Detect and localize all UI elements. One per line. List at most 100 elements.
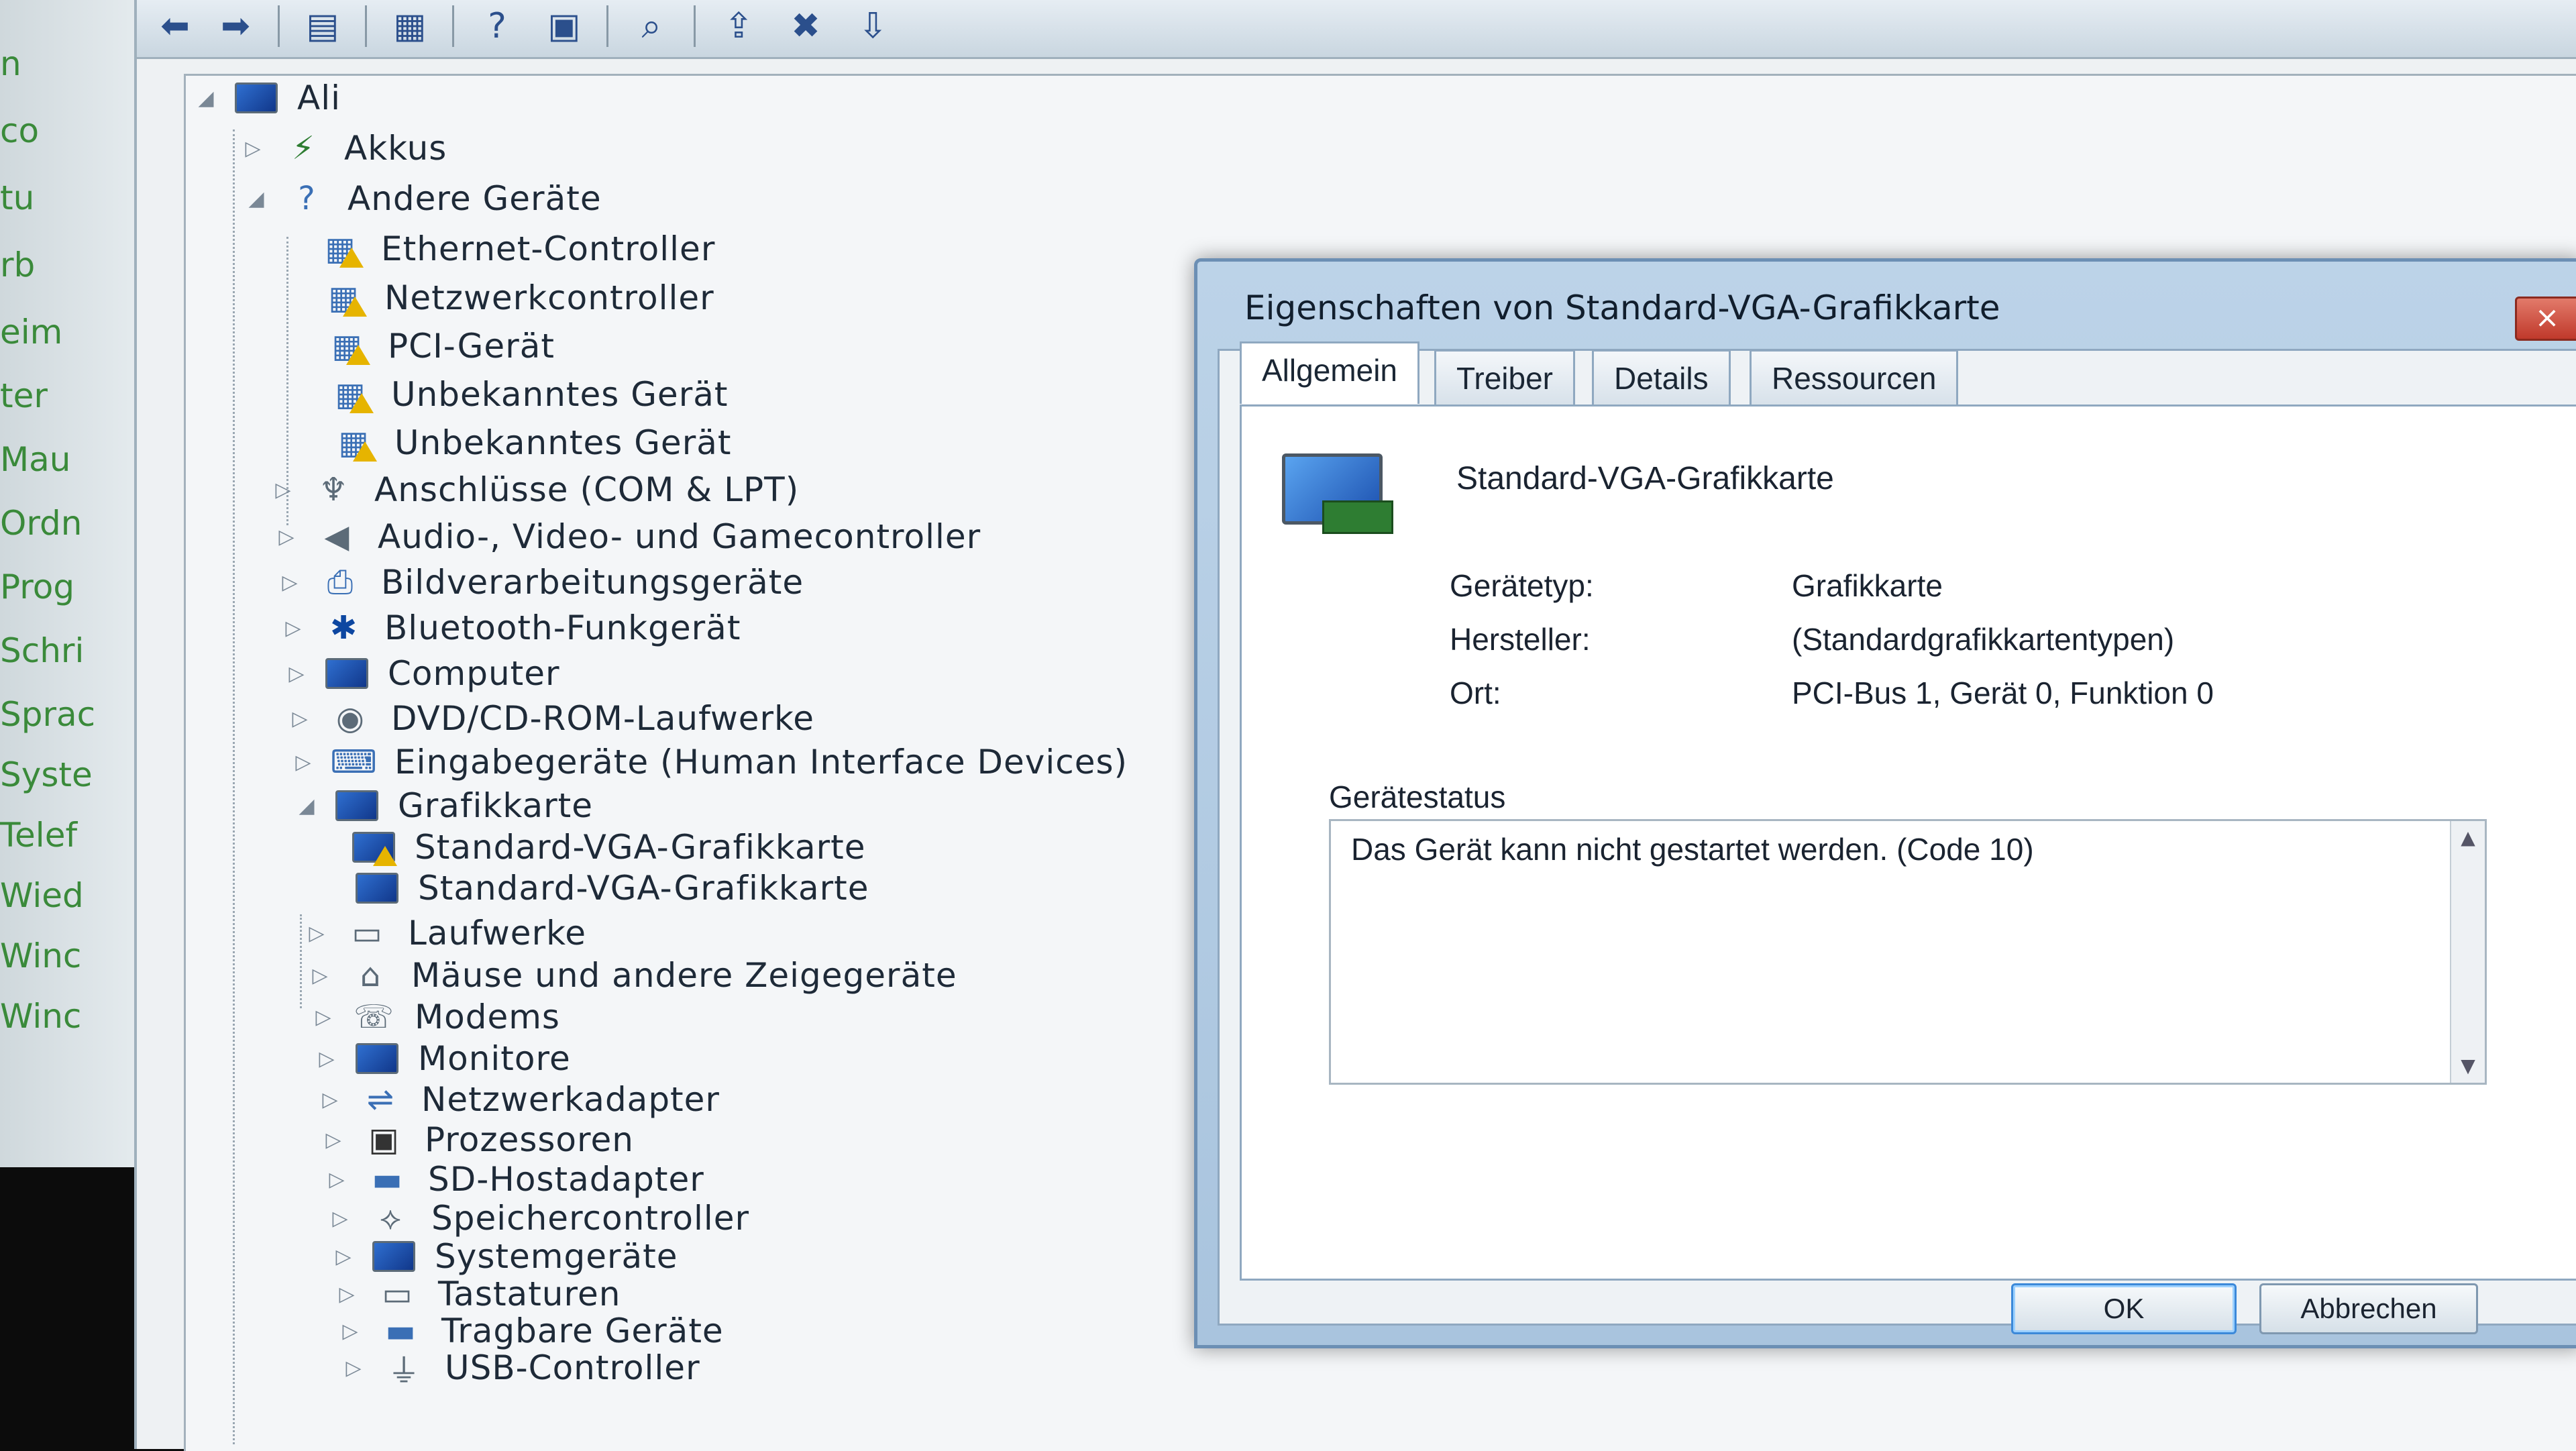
expand-arrow-icon[interactable]: ▷ [273, 525, 300, 549]
help-icon[interactable]: ? [472, 4, 522, 48]
modem-icon: ☏ [353, 998, 394, 1036]
tree-node-unbekanntes-geraet[interactable]: ▦ Unbekanntes Gerät [330, 421, 732, 465]
background-item: Winc [0, 936, 82, 975]
expand-arrow-icon[interactable]: ▷ [320, 1128, 347, 1152]
scroll-down-icon[interactable]: ▼ [2451, 1049, 2485, 1083]
background-item: Telef [0, 816, 78, 855]
expand-arrow-icon[interactable]: ▷ [323, 1168, 350, 1191]
tree-node-akkus[interactable]: ▷ ⚡ Akkus [239, 126, 447, 170]
expand-arrow-icon[interactable]: ▷ [333, 1283, 360, 1306]
tab-details[interactable]: Details [1592, 350, 1731, 405]
expand-arrow-icon[interactable]: ▷ [317, 1088, 343, 1112]
tree-node-dvd[interactable]: ▷ ◉ DVD/CD-ROM-Laufwerke [286, 696, 814, 741]
tree-node-label: Tastaturen [438, 1275, 621, 1313]
location-value: PCI-Bus 1, Gerät 0, Funktion 0 [1792, 676, 2214, 710]
tree-node-usb-controller[interactable]: ▷ ⏚ USB-Controller [340, 1346, 700, 1390]
action-pane-icon[interactable]: ▣ [539, 4, 589, 48]
device-status-textbox[interactable]: Das Gerät kann nicht gestartet werden. (… [1329, 819, 2487, 1085]
battery-icon: ⚡ [292, 129, 315, 167]
storage-controller-icon: ⟡ [380, 1199, 401, 1237]
scroll-up-icon[interactable]: ▲ [2451, 821, 2485, 855]
expand-arrow-icon[interactable]: ▷ [303, 922, 330, 945]
tree-node-label: Bildverarbeitungsgeräte [381, 563, 804, 602]
expand-arrow-icon[interactable]: ▷ [280, 616, 307, 640]
collapse-arrow-icon[interactable]: ◢ [243, 187, 270, 211]
tree-root[interactable]: ◢ Ali [193, 76, 341, 120]
forward-arrow-icon[interactable]: ➡ [211, 4, 260, 48]
tree-node-label: Laufwerke [408, 914, 587, 953]
mouse-icon: ⌂ [360, 957, 381, 994]
back-arrow-icon[interactable]: ⬅ [150, 4, 200, 48]
tree-node-eingabegeraete[interactable]: ▷ ⌨ Eingabegeräte (Human Interface Devic… [290, 740, 1128, 784]
tree-node-audio[interactable]: ▷ ◀ Audio-, Video- und Gamecontroller [273, 515, 981, 559]
background-item: Prog [0, 568, 75, 606]
tree-node-standard-vga-warning[interactable]: Standard-VGA-Grafikkarte [350, 825, 866, 869]
display-adapter-icon [354, 869, 400, 907]
expand-arrow-icon[interactable]: ▷ [330, 1245, 357, 1269]
tab-ressourcen[interactable]: Ressourcen [1750, 350, 1959, 405]
keyboard-icon: ▭ [382, 1275, 413, 1313]
expand-arrow-icon[interactable]: ▷ [310, 1006, 337, 1029]
collapse-arrow-icon[interactable]: ◢ [193, 87, 219, 110]
background-item: Schri [0, 631, 85, 670]
tree-node-grafikkarte[interactable]: ◢ Grafikkarte [293, 784, 593, 828]
tree-node-unbekanntes-geraet[interactable]: ▦ Unbekanntes Gerät [327, 372, 729, 417]
background-item: ter [0, 376, 48, 415]
background-item: Sprac [0, 695, 96, 734]
tree-node-standard-vga[interactable]: Standard-VGA-Grafikkarte [354, 866, 869, 910]
tree-node-label: Prozessoren [425, 1120, 634, 1159]
tree-node-ethernet-controller[interactable]: ▦ Ethernet-Controller [317, 227, 715, 271]
status-scrollbar[interactable]: ▲ ▼ [2450, 821, 2485, 1083]
tree-node-prozessoren[interactable]: ▷ ▣ Prozessoren [320, 1118, 634, 1162]
uninstall-icon[interactable]: ✖ [781, 4, 830, 48]
display-adapter-icon [1282, 453, 1393, 534]
update-driver-icon[interactable]: ⇪ [714, 4, 763, 48]
tree-node-bluetooth[interactable]: ▷ ✱ Bluetooth-Funkgerät [280, 606, 741, 650]
tree-node-label: Mäuse und andere Zeigegeräte [411, 956, 957, 995]
background-item: Wied [0, 876, 84, 915]
tab-treiber[interactable]: Treiber [1434, 350, 1575, 405]
disable-icon[interactable]: ⇩ [848, 4, 898, 48]
tree-node-netzwerkcontroller[interactable]: ▦ Netzwerkcontroller [320, 276, 714, 320]
expand-arrow-icon[interactable]: ▷ [313, 1047, 340, 1071]
tree-node-label: Standard-VGA-Grafikkarte [415, 828, 866, 867]
close-button[interactable]: × [2515, 297, 2576, 341]
tree-node-sd-hostadapter[interactable]: ▷ ▬ SD-Hostadapter [323, 1157, 704, 1201]
console-tree-icon[interactable]: ▤ [298, 4, 347, 48]
tree-node-laufwerke[interactable]: ▷ ▭ Laufwerke [303, 911, 586, 955]
tab-allgemein[interactable]: Allgemein [1240, 341, 1419, 404]
bluetooth-icon: ✱ [329, 609, 358, 647]
processor-icon: ▣ [368, 1121, 399, 1159]
expand-arrow-icon[interactable]: ▷ [307, 964, 333, 987]
cancel-button[interactable]: Abbrechen [2259, 1283, 2478, 1334]
tree-node-andere-geraete[interactable]: ◢ ? Andere Geräte [243, 176, 602, 221]
tree-node-pci-geraet[interactable]: ▦ PCI-Gerät [323, 324, 555, 368]
tree-node-modems[interactable]: ▷ ☏ Modems [310, 995, 560, 1039]
collapse-arrow-icon[interactable]: ◢ [293, 794, 320, 818]
expand-arrow-icon[interactable]: ▷ [337, 1320, 364, 1343]
ok-button[interactable]: OK [2011, 1283, 2237, 1334]
properties-icon[interactable]: ▦ [385, 4, 435, 48]
tree-node-monitore[interactable]: ▷ Monitore [313, 1036, 571, 1081]
expand-arrow-icon[interactable]: ▷ [239, 137, 266, 160]
tree-node-netzwerkadapter[interactable]: ▷ ⇌ Netzwerkadapter [317, 1077, 720, 1122]
expand-arrow-icon[interactable]: ▷ [327, 1207, 354, 1230]
background-item: Syste [0, 755, 93, 794]
scan-hardware-icon[interactable]: ⌕ [627, 4, 676, 48]
expand-arrow-icon[interactable]: ▷ [340, 1356, 367, 1380]
expand-arrow-icon[interactable]: ▷ [286, 707, 313, 731]
expand-arrow-icon[interactable]: ▷ [283, 662, 310, 686]
monitor-icon [354, 1040, 400, 1077]
tree-node-maeuse[interactable]: ▷ ⌂ Mäuse und andere Zeigegeräte [307, 953, 957, 998]
computer-icon [233, 79, 280, 117]
expand-arrow-icon[interactable]: ▷ [276, 571, 303, 594]
tree-node-anschluesse[interactable]: ▷ ♆ Anschlüsse (COM & LPT) [270, 468, 799, 512]
tree-node-label: Speichercontroller [431, 1199, 750, 1238]
background-item: co [0, 111, 40, 150]
tree-node-label: Computer [388, 654, 560, 693]
expand-arrow-icon[interactable]: ▷ [270, 478, 297, 502]
tree-node-label: USB-Controller [445, 1348, 700, 1387]
tree-node-bildverarbeitung[interactable]: ▷ ⎙ Bildverarbeitungsgeräte [276, 560, 804, 604]
tree-node-computer[interactable]: ▷ Computer [283, 651, 560, 696]
expand-arrow-icon[interactable]: ▷ [290, 751, 317, 774]
